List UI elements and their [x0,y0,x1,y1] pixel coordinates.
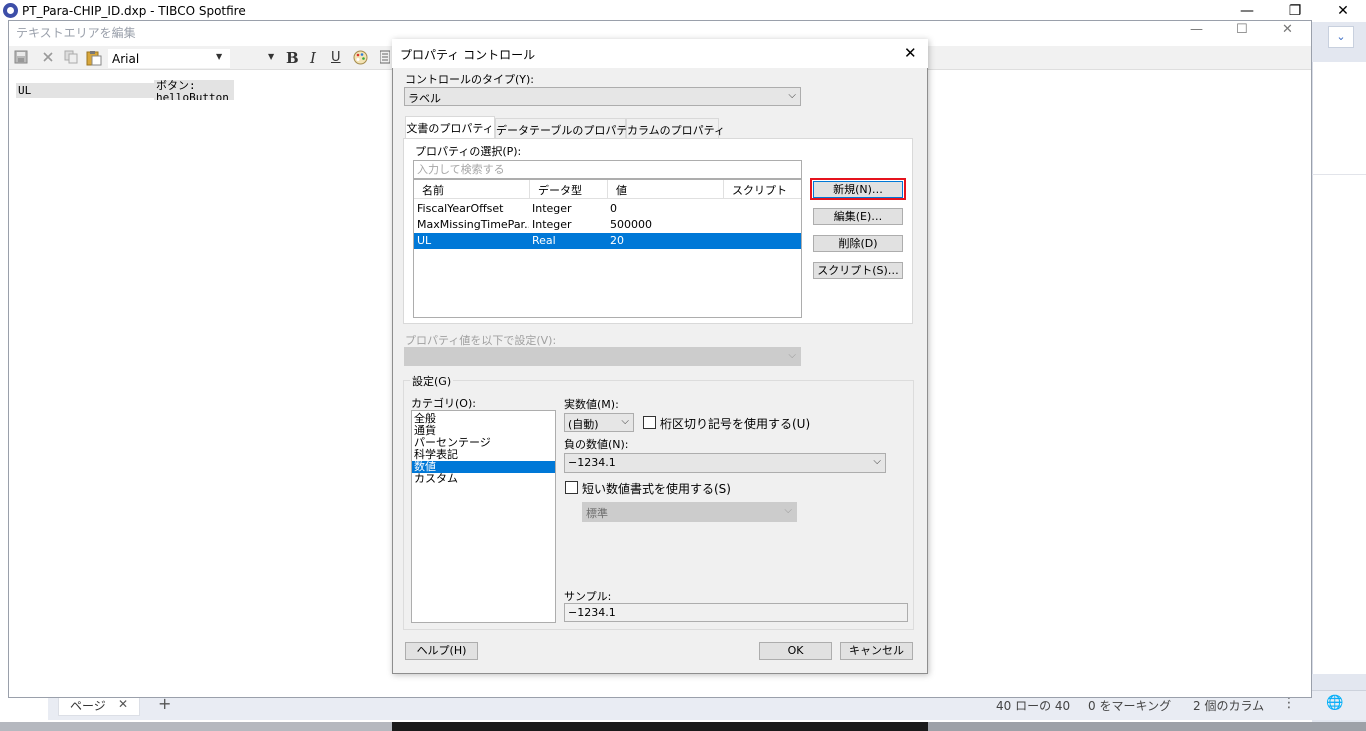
script-button[interactable]: スクリプト(S)… [813,262,903,279]
chevron-down-icon: ⌵ [784,505,792,516]
sample-label: サンプル: [564,590,612,603]
save-icon[interactable] [14,50,28,68]
app-close-button[interactable]: ✕ [1320,0,1366,22]
chevron-down-icon: ⌵ [621,416,629,427]
control-type-value: ラベル [408,92,441,105]
column-header-script[interactable]: スクリプト [724,180,801,199]
tab-data-table-properties[interactable]: データテーブルのプロパティ [495,118,638,138]
editor-label-ul: UL [16,83,156,98]
set-value-label: プロパティ値を以下で設定(V): [405,334,557,347]
row-type: Real [532,234,556,247]
control-type-select[interactable]: ラベル ⌵ [404,87,801,106]
short-number-format-select: 標準 ⌵ [582,502,797,522]
chevron-down-icon: ⌵ [788,90,796,101]
color-palette-icon[interactable] [353,50,368,69]
tab-column-properties[interactable]: カラムのプロパティ [626,118,725,138]
chevron-down-icon: ⌵ [873,456,881,467]
font-family-value: Arial [112,52,140,66]
short-number-format-label[interactable]: 短い数値書式を使用する(S) [582,480,731,497]
row-value: 500000 [610,218,652,231]
edit-close-button[interactable]: ✕ [1282,22,1293,37]
canvas-divider [1312,174,1366,175]
status-columns: 2 個のカラム [1193,699,1265,713]
column-header-data-type[interactable]: データ型 [530,180,608,199]
cancel-button[interactable]: キャンセル [840,642,913,660]
app-restore-button[interactable]: ❐ [1272,0,1318,22]
row-name: FiscalYearOffset [417,202,504,215]
dialog-title: プロパティ コントロール [400,48,536,62]
page-tab-label[interactable]: ページ [70,697,106,714]
decimals-label: 実数値(M): [564,398,619,411]
short-number-format-value: 標準 [586,507,608,520]
globe-icon[interactable]: 🌐 [1326,695,1343,711]
set-value-select: ⌵ [404,347,801,366]
app-title: PT_Para-CHIP_ID.dxp - TIBCO Spotfire [22,4,246,18]
row-value: 20 [610,234,624,247]
italic-button[interactable]: I [310,49,316,67]
tab-document-properties[interactable]: 文書のプロパティ [405,116,495,139]
taskbar-segment [928,722,1366,731]
row-value: 0 [610,202,617,215]
copy-icon[interactable] [64,50,78,68]
row-name: UL [417,234,432,247]
settings-legend: 設定(G) [410,373,454,389]
category-list[interactable]: 全般 通貨 パーセンテージ 科学表記 数値 カスタム [411,410,556,623]
column-header-name[interactable]: 名前 [414,180,530,199]
cut-icon[interactable] [42,51,54,67]
thousands-separator-label[interactable]: 桁区切り記号を使用する(U) [660,415,810,432]
app-minimize-button[interactable]: — [1224,0,1270,22]
row-type: Integer [532,202,572,215]
font-size-dropdown-arrow-icon[interactable]: ▼ [268,52,274,61]
list-item[interactable]: カスタム [412,473,555,485]
table-row-selected[interactable]: UL Real 20 [414,233,801,249]
edit-maximize-button[interactable]: ☐ [1236,22,1248,37]
bold-button[interactable]: B [286,49,299,67]
select-property-label: プロパティの選択(P): [415,145,522,158]
control-type-label: コントロールのタイプ(Y): [405,73,535,86]
row-name: MaxMissingTimePar... [417,218,529,231]
dialog-close-icon[interactable]: ✕ [904,44,917,62]
editor-label-button: ボタン: helloButton [154,80,234,100]
help-button[interactable]: ヘルプ(H) [405,642,478,660]
property-list[interactable]: 名前 データ型 値 スクリプト FiscalYearOffset Integer… [413,179,802,318]
property-search-input[interactable] [413,160,802,179]
decimals-value: (自動) [568,418,599,431]
edit-minimize-button[interactable]: — [1190,22,1203,37]
table-row[interactable]: FiscalYearOffset Integer 0 [414,201,801,217]
column-header-value[interactable]: 値 [608,180,724,199]
thousands-separator-checkbox[interactable] [643,416,656,429]
sample-value: −1234.1 [564,603,908,622]
category-label: カテゴリ(O): [411,397,476,410]
app-canvas [1312,62,1366,674]
delete-property-button[interactable]: 削除(D) [813,235,903,252]
ok-button[interactable]: OK [759,642,832,660]
spotfire-logo-icon [3,3,18,18]
status-marked: 0 をマーキング [1088,699,1172,713]
highlight-box [810,178,906,200]
underline-button[interactable]: U [331,50,341,65]
font-dropdown-arrow-icon[interactable]: ▼ [216,52,222,61]
edit-window-title: テキストエリアを編集 [16,26,136,40]
paste-icon[interactable] [86,50,102,70]
short-number-format-checkbox[interactable] [565,481,578,494]
negative-numbers-label: 負の数値(N): [564,438,629,451]
table-row[interactable]: MaxMissingTimePar... Integer 500000 [414,217,801,233]
decimals-select[interactable]: (自動) ⌵ [564,413,634,432]
row-type: Integer [532,218,572,231]
align-icon[interactable] [379,50,391,68]
taskbar-segment [0,722,392,731]
page-tab-close-icon[interactable]: ✕ [118,697,128,711]
negative-numbers-select[interactable]: −1234.1 ⌵ [564,453,886,473]
negative-numbers-value: −1234.1 [568,456,616,469]
expand-chevron-icon[interactable]: ⌄ [1328,26,1354,48]
chevron-down-icon: ⌵ [788,350,796,361]
status-rows: 40 ローの 40 [996,699,1071,713]
edit-property-button[interactable]: 編集(E)… [813,208,903,225]
